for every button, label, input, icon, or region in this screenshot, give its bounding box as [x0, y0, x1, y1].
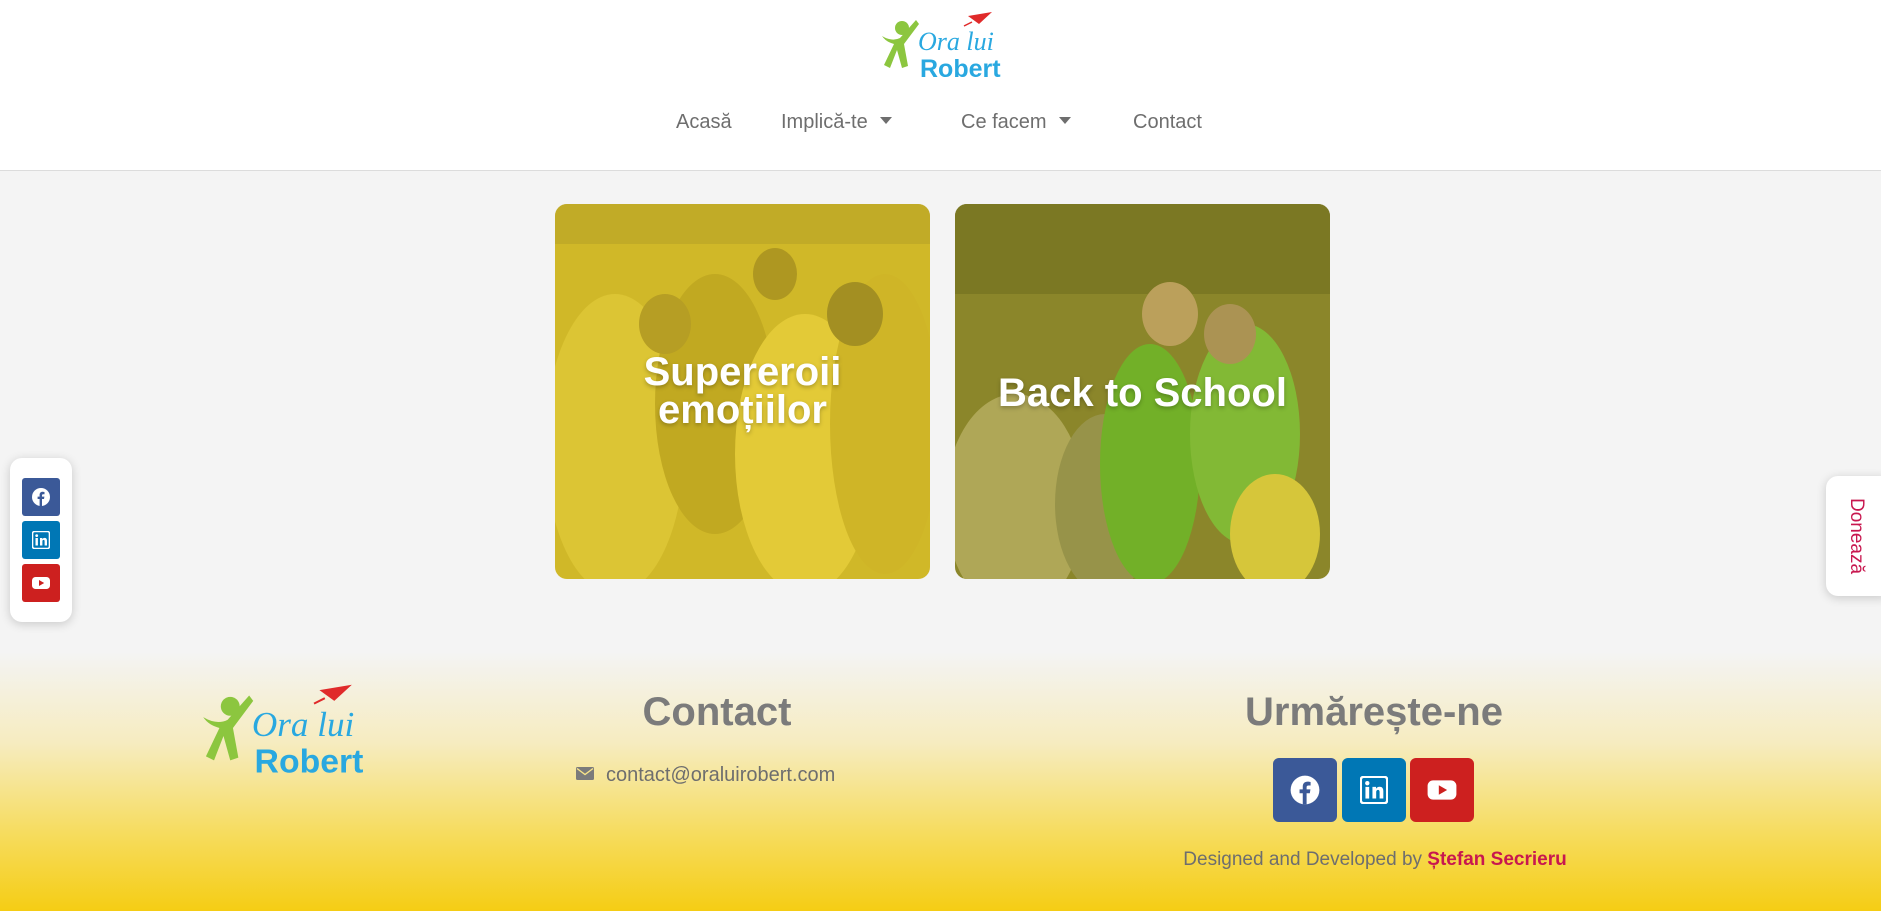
card-title-line: Supereroii	[643, 350, 842, 394]
card-supereroii-emotiilor[interactable]: Supereroii emoțiilor	[555, 204, 930, 579]
footer-credit: Designed and Developed by Ștefan Secrier…	[1110, 849, 1640, 871]
donate-tab[interactable]: Donează	[1826, 476, 1881, 596]
footer-follow-heading: Urmărește-ne	[1245, 690, 1503, 734]
nav-item-implica-te[interactable]: Implică-te	[781, 104, 892, 140]
footer-email-text: contact@oraluirobert.com	[606, 764, 836, 786]
footer-facebook-link[interactable]	[1273, 758, 1337, 822]
facebook-icon	[32, 488, 50, 506]
nav-item-contact[interactable]: Contact	[1133, 104, 1202, 140]
nav-item-label: Implică-te	[781, 111, 868, 133]
card-title-line: emoțiilor	[658, 388, 827, 432]
chevron-down-icon	[879, 117, 892, 125]
footer-contact-heading: Contact	[642, 690, 792, 734]
linkedin-icon	[32, 531, 50, 549]
footer-linkedin-link[interactable]	[1342, 758, 1406, 822]
envelope-icon	[576, 767, 594, 781]
card-back-to-school[interactable]: Back to School	[955, 204, 1330, 579]
floating-social-bar	[10, 458, 72, 622]
svg-text:Robert: Robert	[255, 743, 364, 781]
nav-item-label: Ce facem	[961, 111, 1047, 133]
facebook-icon	[1290, 775, 1320, 805]
facebook-link[interactable]	[22, 478, 60, 516]
chevron-down-icon	[1058, 117, 1071, 125]
footer-email-link[interactable]: contact@oraluirobert.com	[576, 761, 835, 789]
youtube-icon	[1427, 780, 1457, 800]
site-header: Ora lui Robert Acasă Implică-te Ce facem…	[0, 0, 1881, 171]
nav-item-ce-facem[interactable]: Ce facem	[961, 104, 1071, 140]
linkedin-link[interactable]	[22, 521, 60, 559]
credit-author-link[interactable]: Ștefan Secrieru	[1427, 849, 1566, 870]
nav-item-acasa[interactable]: Acasă	[676, 104, 732, 140]
donate-label: Donează	[1846, 497, 1867, 575]
nav-item-label: Contact	[1133, 111, 1202, 133]
svg-text:Robert: Robert	[920, 55, 1001, 83]
youtube-link[interactable]	[22, 564, 60, 602]
site-logo[interactable]: Ora lui Robert	[876, 10, 1012, 84]
svg-text:Ora lui: Ora lui	[918, 27, 994, 56]
main-nav: Acasă Implică-te Ce facem Contact	[0, 104, 1881, 140]
youtube-icon	[32, 577, 50, 589]
footer-logo[interactable]: Ora lui Robert	[192, 682, 382, 782]
svg-text:Ora lui: Ora lui	[252, 705, 354, 744]
credit-prefix: Designed and Developed by	[1183, 849, 1423, 870]
footer-youtube-link[interactable]	[1410, 758, 1474, 822]
card-title: Back to School	[955, 371, 1330, 415]
card-title-line: Back to School	[998, 371, 1287, 415]
linkedin-icon	[1360, 776, 1388, 804]
card-title: Supereroii emoțiilor	[555, 350, 930, 432]
nav-item-label: Acasă	[676, 111, 732, 133]
